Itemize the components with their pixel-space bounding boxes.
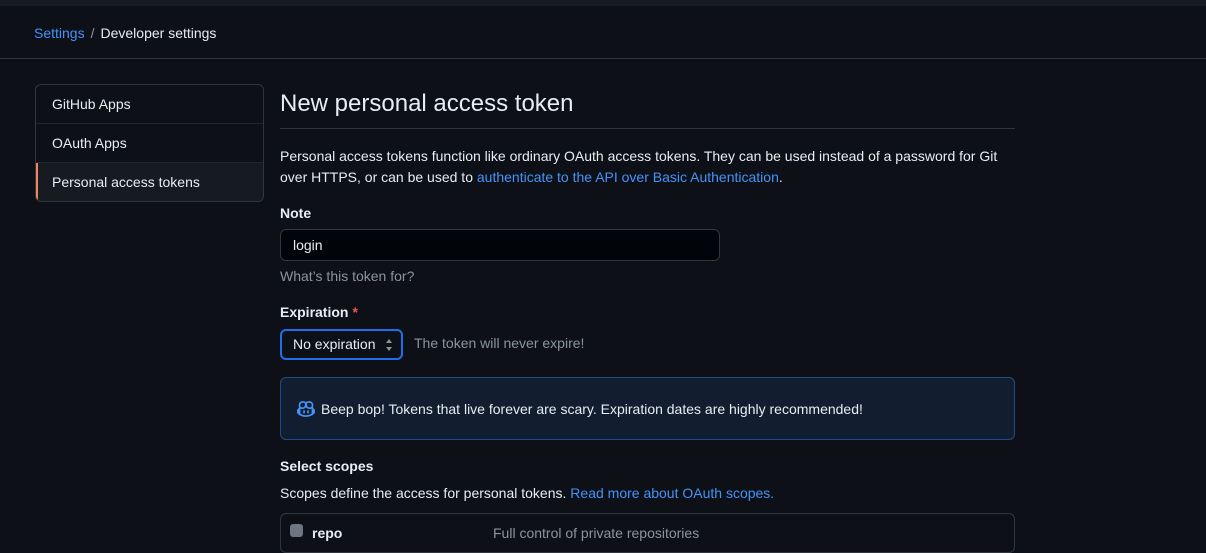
scope-description: Full control of private repositories bbox=[493, 525, 700, 541]
expiration-label: Expiration * bbox=[280, 304, 358, 320]
developer-settings-sidenav: GitHub Apps OAuth Apps Personal access t… bbox=[35, 84, 264, 202]
warning-text: Beep bop! Tokens that live forever are s… bbox=[321, 401, 863, 417]
oauth-scopes-link[interactable]: Read more about OAuth scopes. bbox=[570, 485, 774, 501]
required-marker: * bbox=[352, 304, 358, 320]
scopes-list: repo Full control of private repositorie… bbox=[280, 513, 1015, 553]
scopes-description: Scopes define the access for personal to… bbox=[280, 485, 774, 501]
breadcrumb: Settings / Developer settings bbox=[34, 25, 216, 41]
expiration-warning-banner: Beep bop! Tokens that live forever are s… bbox=[280, 377, 1015, 440]
breadcrumb-settings-link[interactable]: Settings bbox=[34, 25, 85, 41]
scope-checkbox-repo[interactable] bbox=[290, 524, 303, 537]
sidebar-item-oauth-apps[interactable]: OAuth Apps bbox=[36, 124, 263, 163]
expiration-note: The token will never expire! bbox=[414, 335, 585, 351]
main-content: New personal access token Personal acces… bbox=[280, 84, 1015, 553]
scope-name: repo bbox=[312, 525, 343, 541]
note-hint: What’s this token for? bbox=[280, 268, 415, 284]
note-input[interactable] bbox=[280, 229, 720, 261]
breadcrumb-bar: Settings / Developer settings bbox=[0, 6, 1206, 59]
expiration-label-text: Expiration bbox=[280, 304, 349, 320]
copilot-icon bbox=[297, 401, 315, 417]
select-caret-icon bbox=[386, 339, 393, 351]
scopes-heading: Select scopes bbox=[280, 458, 374, 474]
page-description: Personal access tokens function like ord… bbox=[280, 146, 1020, 188]
scope-row-repo: repo Full control of private repositorie… bbox=[281, 514, 1014, 552]
expiration-selected-value: No expiration bbox=[293, 336, 376, 352]
breadcrumb-current: Developer settings bbox=[100, 25, 217, 41]
breadcrumb-separator: / bbox=[90, 25, 95, 41]
sidebar-item-github-apps[interactable]: GitHub Apps bbox=[36, 85, 263, 124]
sidebar-item-personal-access-tokens[interactable]: Personal access tokens bbox=[36, 163, 263, 201]
description-suffix: . bbox=[778, 169, 783, 185]
page-title: New personal access token bbox=[280, 84, 1015, 129]
basic-auth-link[interactable]: authenticate to the API over Basic Authe… bbox=[477, 169, 779, 185]
scopes-description-text: Scopes define the access for personal to… bbox=[280, 485, 567, 501]
expiration-select[interactable]: No expiration bbox=[280, 329, 403, 360]
note-label: Note bbox=[280, 205, 312, 221]
